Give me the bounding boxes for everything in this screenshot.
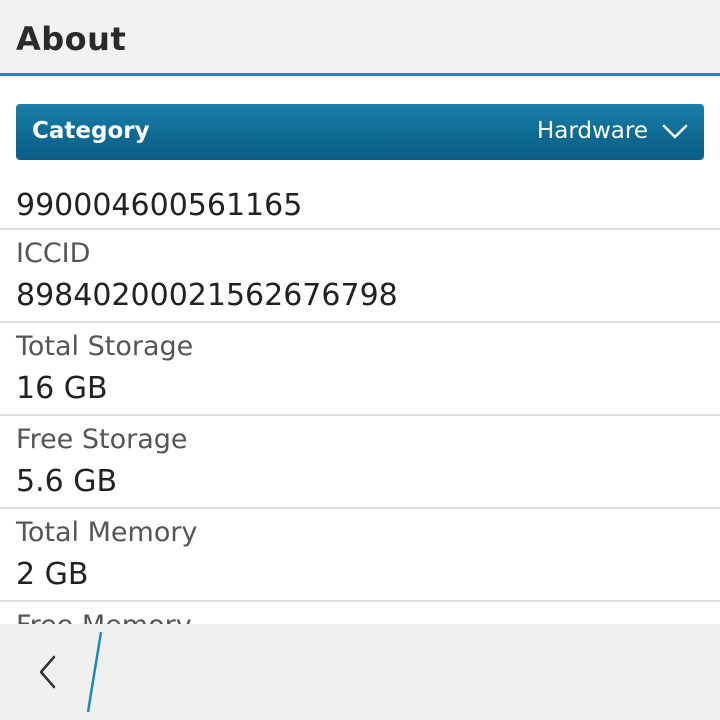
item-value: 16 GB (16, 371, 108, 406)
item-value: 5.6 GB (16, 464, 118, 499)
item-value: 89840200021562676798 (16, 278, 398, 313)
action-bar (0, 624, 720, 720)
item-value: 2 GB (16, 557, 89, 592)
about-screen: About Category Hardware 990004600561165 … (0, 0, 720, 720)
category-value: Hardware (536, 118, 648, 144)
title-bar: About (0, 0, 720, 76)
item-label: ICCID (16, 238, 91, 269)
list-item-imei: 990004600561165 (0, 176, 720, 230)
item-label: Free Storage (16, 424, 188, 455)
back-divider (86, 631, 103, 713)
list-item-free-memory: Free Memory (0, 602, 720, 624)
page-title: About (16, 20, 127, 58)
content-area[interactable]: Category Hardware 990004600561165 ICCID … (0, 76, 720, 624)
category-label: Category (32, 118, 150, 144)
item-value: 990004600561165 (16, 188, 303, 223)
list-item-total-memory: Total Memory 2 GB (0, 509, 720, 602)
item-label: Total Storage (16, 331, 194, 362)
chevron-left-icon (39, 655, 56, 689)
list-item-iccid: ICCID 89840200021562676798 (0, 230, 720, 323)
category-dropdown[interactable]: Category Hardware (16, 104, 704, 160)
item-label: Free Memory (16, 610, 192, 624)
chevron-down-icon (662, 124, 688, 139)
item-label: Total Memory (16, 517, 198, 548)
list-item-free-storage: Free Storage 5.6 GB (0, 416, 720, 509)
list-item-total-storage: Total Storage 16 GB (0, 323, 720, 416)
